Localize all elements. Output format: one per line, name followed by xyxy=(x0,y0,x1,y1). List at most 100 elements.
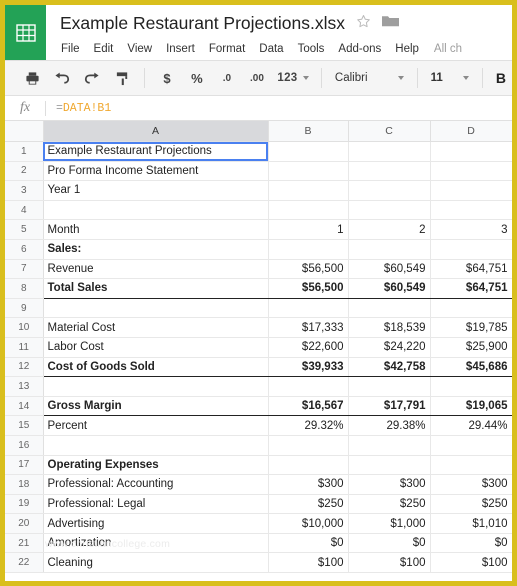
cell-A5[interactable]: Month xyxy=(42,219,269,240)
cell-A13[interactable] xyxy=(42,376,269,397)
cell-A14[interactable]: Gross Margin xyxy=(42,395,269,417)
cell-A11[interactable]: Labor Cost xyxy=(42,336,269,358)
cell-A10[interactable]: Material Cost xyxy=(42,317,269,338)
menu-item-format[interactable]: Format xyxy=(202,42,252,56)
row-header-7[interactable]: 7 xyxy=(5,258,44,280)
cell-B1[interactable] xyxy=(267,141,349,162)
cell-B12[interactable]: $39,933 xyxy=(267,356,349,378)
cell-C17[interactable] xyxy=(347,454,431,476)
menu-item-edit[interactable]: Edit xyxy=(87,42,121,56)
cell-A2[interactable]: Pro Forma Income Statement xyxy=(42,160,269,182)
row-header-22[interactable]: 22 xyxy=(5,552,44,574)
cell-D12[interactable]: $45,686 xyxy=(429,356,512,378)
row-header-2[interactable]: 2 xyxy=(5,160,44,182)
sheets-logo[interactable] xyxy=(5,5,46,60)
cell-C2[interactable] xyxy=(347,160,431,182)
decrease-decimal-button[interactable]: .0 xyxy=(216,66,238,90)
menu-item-tools[interactable]: Tools xyxy=(291,42,332,56)
cell-D7[interactable]: $64,751 xyxy=(429,258,512,280)
cell-B7[interactable]: $56,500 xyxy=(267,258,349,280)
menu-item-insert[interactable]: Insert xyxy=(159,42,202,56)
row-header-12[interactable]: 12 xyxy=(5,356,44,378)
row-header-14[interactable]: 14 xyxy=(5,395,44,417)
cell-C21[interactable]: $0 xyxy=(347,532,431,554)
cell-A21[interactable]: Amortization xyxy=(42,532,269,554)
cell-C19[interactable]: $250 xyxy=(347,493,431,515)
formula-input[interactable]: =DATA!B1 xyxy=(46,102,111,115)
cell-D17[interactable] xyxy=(429,454,512,476)
cell-B18[interactable]: $300 xyxy=(267,474,349,495)
row-header-11[interactable]: 11 xyxy=(5,336,44,358)
cell-A17[interactable]: Operating Expenses xyxy=(42,454,269,476)
cell-B19[interactable]: $250 xyxy=(267,493,349,515)
cell-C5[interactable]: 2 xyxy=(347,219,431,240)
menu-item-help[interactable]: Help xyxy=(388,42,426,56)
cell-D6[interactable] xyxy=(429,238,512,260)
cell-C22[interactable]: $100 xyxy=(347,552,431,574)
cell-C3[interactable] xyxy=(347,180,431,201)
cell-A6[interactable]: Sales: xyxy=(42,238,269,260)
cell-A3[interactable]: Year 1 xyxy=(42,180,269,201)
row-header-3[interactable]: 3 xyxy=(5,180,44,201)
column-header-d[interactable]: D xyxy=(429,121,512,142)
row-header-9[interactable]: 9 xyxy=(5,297,44,319)
row-header-10[interactable]: 10 xyxy=(5,317,44,338)
column-header-a[interactable]: A xyxy=(42,121,269,142)
cell-D10[interactable]: $19,785 xyxy=(429,317,512,338)
row-header-8[interactable]: 8 xyxy=(5,278,44,299)
cell-B9[interactable] xyxy=(267,297,349,319)
cell-D21[interactable]: $0 xyxy=(429,532,512,554)
cell-A4[interactable] xyxy=(42,199,269,221)
menu-item-file[interactable]: File xyxy=(60,42,87,56)
cell-D3[interactable] xyxy=(429,180,512,201)
row-header-18[interactable]: 18 xyxy=(5,474,44,495)
cell-A15[interactable]: Percent xyxy=(42,415,269,436)
cell-C13[interactable] xyxy=(347,376,431,397)
cell-C15[interactable]: 29.38% xyxy=(347,415,431,436)
spreadsheet-grid[interactable]: A B C D 1 Example Restaurant Projections 2… xyxy=(5,121,512,581)
bold-button[interactable]: B xyxy=(490,70,512,86)
column-header-c[interactable]: C xyxy=(347,121,431,142)
cell-C20[interactable]: $1,000 xyxy=(347,513,431,534)
cell-C4[interactable] xyxy=(347,199,431,221)
cell-C7[interactable]: $60,549 xyxy=(347,258,431,280)
cell-C10[interactable]: $18,539 xyxy=(347,317,431,338)
cell-D8[interactable]: $64,751 xyxy=(429,278,512,299)
menu-item-addons[interactable]: Add-ons xyxy=(331,42,388,56)
row-header-13[interactable]: 13 xyxy=(5,376,44,397)
cell-C11[interactable]: $24,220 xyxy=(347,336,431,358)
cell-B16[interactable] xyxy=(267,434,349,456)
cell-B14[interactable]: $16,567 xyxy=(267,395,349,417)
row-header-17[interactable]: 17 xyxy=(5,454,44,476)
currency-format-button[interactable]: $ xyxy=(156,66,178,90)
column-header-b[interactable]: B xyxy=(267,121,349,142)
cell-B15[interactable]: 29.32% xyxy=(267,415,349,436)
cell-A12[interactable]: Cost of Goods Sold xyxy=(42,356,269,378)
cell-B2[interactable] xyxy=(267,160,349,182)
cell-B5[interactable]: 1 xyxy=(267,219,349,240)
row-header-5[interactable]: 5 xyxy=(5,219,44,240)
cell-D15[interactable]: 29.44% xyxy=(429,415,512,436)
undo-icon[interactable] xyxy=(51,66,73,90)
row-header-16[interactable]: 16 xyxy=(5,434,44,456)
cell-C12[interactable]: $42,758 xyxy=(347,356,431,378)
document-title[interactable]: Example Restaurant Projections.xlsx xyxy=(60,13,345,34)
cell-C14[interactable]: $17,791 xyxy=(347,395,431,417)
row-header-19[interactable]: 19 xyxy=(5,493,44,515)
cell-C18[interactable]: $300 xyxy=(347,474,431,495)
print-icon[interactable] xyxy=(21,66,43,90)
row-header-4[interactable]: 4 xyxy=(5,199,44,221)
cell-D5[interactable]: 3 xyxy=(429,219,512,240)
cell-C9[interactable] xyxy=(347,297,431,319)
cell-D4[interactable] xyxy=(429,199,512,221)
cell-A8[interactable]: Total Sales xyxy=(42,278,269,299)
cell-D20[interactable]: $1,010 xyxy=(429,513,512,534)
redo-icon[interactable] xyxy=(81,66,103,90)
number-format-dropdown[interactable]: 123 xyxy=(276,66,310,90)
cell-A20[interactable]: Advertising xyxy=(42,513,269,534)
cell-D16[interactable] xyxy=(429,434,512,456)
cell-B17[interactable] xyxy=(267,454,349,476)
cell-D13[interactable] xyxy=(429,376,512,397)
cell-C8[interactable]: $60,549 xyxy=(347,278,431,299)
cell-A19[interactable]: Professional: Legal xyxy=(42,493,269,515)
